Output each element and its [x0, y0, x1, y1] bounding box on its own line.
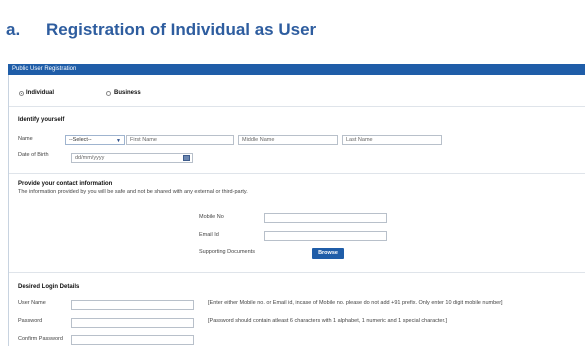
business-label[interactable]: Business [114, 89, 141, 97]
dob-input[interactable]: dd/mm/yyyy [71, 153, 193, 163]
browse-button[interactable]: Browse [312, 248, 344, 259]
documents-label: Supporting Documents [199, 249, 255, 255]
heading-number: a. [6, 20, 21, 39]
middle-name-input[interactable]: Middle Name [238, 135, 338, 145]
mobile-input[interactable] [264, 213, 387, 223]
email-label: Email Id [199, 232, 219, 238]
password-label: Password [18, 318, 43, 324]
salutation-select[interactable]: --Select-- ▼ [65, 135, 125, 145]
last-name-input[interactable]: Last Name [342, 135, 442, 145]
divider [9, 173, 585, 174]
mobile-label: Mobile No [199, 214, 224, 220]
login-section-title: Desired Login Details [18, 284, 80, 290]
password-input[interactable] [71, 318, 194, 328]
username-label: User Name [18, 300, 46, 306]
username-input[interactable] [71, 300, 194, 310]
confirm-password-input[interactable] [71, 335, 194, 345]
name-label: Name [18, 136, 33, 142]
first-name-input[interactable]: First Name [126, 135, 234, 145]
chevron-down-icon: ▼ [116, 138, 121, 144]
contact-section-title: Provide your contact information [18, 181, 113, 187]
contact-note: The information provided by you will be … [18, 189, 248, 195]
business-radio[interactable] [106, 91, 111, 96]
calendar-icon[interactable] [183, 155, 190, 161]
individual-radio[interactable] [19, 91, 24, 96]
email-input[interactable] [264, 231, 387, 241]
panel-title-bar: Public User Registration [8, 64, 585, 75]
dob-label: Date of Birth [18, 152, 49, 158]
divider [9, 272, 585, 273]
confirm-password-label: Confirm Password [18, 336, 63, 342]
identify-section-title: Identify yourself [18, 117, 65, 123]
individual-label[interactable]: Individual [26, 89, 54, 97]
page-heading: a. Registration of Individual as User [6, 20, 316, 40]
heading-title: Registration of Individual as User [46, 20, 317, 39]
salutation-value: --Select-- [69, 137, 92, 143]
password-hint: [Password should contain atleast 6 chara… [208, 318, 448, 324]
username-hint: [Enter either Mobile no. or Email id, in… [208, 300, 503, 306]
divider [9, 106, 585, 107]
